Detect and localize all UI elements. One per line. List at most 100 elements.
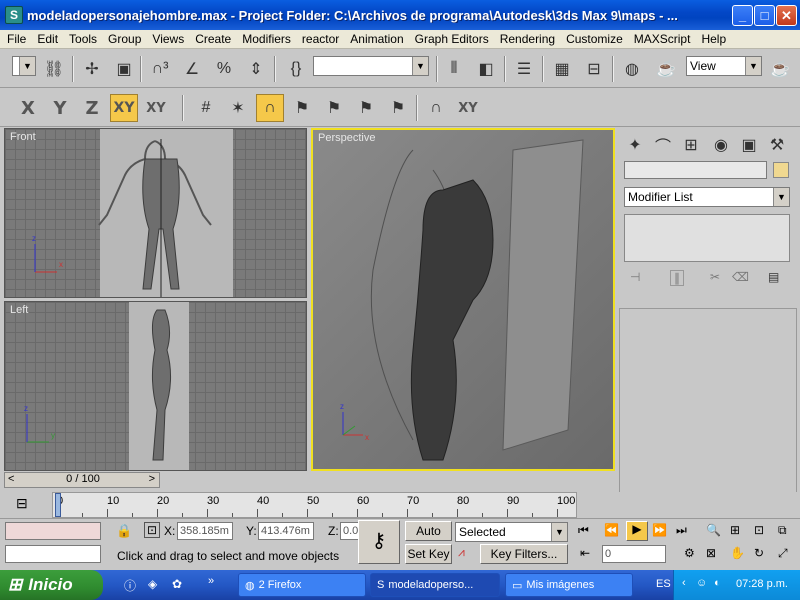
snap-vertex-icon[interactable]: ∩	[256, 94, 284, 122]
go-to-end-icon[interactable]: ⏭	[676, 523, 687, 538]
y-coord-field[interactable]: 413.476m	[258, 522, 314, 540]
select-link-icon[interactable]: ✢	[78, 55, 106, 83]
key-selection-combo[interactable]: Selected ▼	[455, 522, 568, 542]
timeline-current-frame-marker[interactable]	[55, 493, 61, 517]
next-frame-icon[interactable]: ⏩	[652, 523, 667, 537]
zoom-icon[interactable]: 🔍	[706, 523, 721, 537]
quick-launch-app-icon[interactable]: ◈	[148, 577, 157, 591]
material-editor-icon[interactable]: ◍	[618, 55, 646, 83]
start-button[interactable]: ⊞ Inicio	[0, 570, 103, 600]
display-tab-icon[interactable]: ▣	[735, 131, 763, 159]
lock-selection-icon[interactable]: 🔒	[116, 523, 132, 539]
snap-axis-xy-button[interactable]: XY	[454, 94, 482, 122]
menu-reactor[interactable]: reactor	[295, 32, 343, 46]
time-configuration-icon[interactable]: ⚙	[684, 546, 695, 560]
angle-snap-icon[interactable]: ∠	[178, 55, 206, 83]
quick-render-icon[interactable]: ☕	[766, 55, 794, 83]
maximize-viewport-icon[interactable]: ⤢	[778, 546, 788, 561]
key-mode-icon[interactable]: ⚷	[358, 520, 400, 564]
object-name-field[interactable]	[624, 161, 767, 179]
utilities-tab-icon[interactable]: ⚒	[763, 131, 791, 159]
modifier-list-combo[interactable]: Modifier List ▼	[624, 187, 790, 207]
object-color-swatch[interactable]	[773, 162, 789, 178]
modifier-stack[interactable]	[624, 214, 790, 262]
menu-maxscript[interactable]: MAXScript	[627, 32, 695, 46]
snap-face-icon[interactable]: ⚑	[384, 94, 412, 122]
task-3dsmax[interactable]: Smodeladoperso...	[370, 573, 500, 597]
layer-manager-icon[interactable]: ☰	[510, 55, 538, 83]
axis-x-button[interactable]: X	[14, 94, 42, 122]
quick-launch-info-icon[interactable]: ⓘ	[124, 577, 136, 594]
pin-stack-icon[interactable]: ⊣	[630, 270, 640, 284]
key-filters-button[interactable]: Key Filters...	[480, 544, 568, 564]
close-button[interactable]: ✕	[776, 5, 797, 26]
task-mis-imagenes[interactable]: ▭ Mis imágenes	[505, 573, 633, 597]
undo-dropdown[interactable]: ▼	[12, 56, 36, 76]
menu-graph-editors[interactable]: Graph Editors	[408, 32, 493, 46]
snap-endpoint-icon[interactable]: ⚑	[288, 94, 316, 122]
named-selection-set-combo[interactable]: ▼	[313, 56, 429, 76]
quick-launch-more-icon[interactable]: »	[208, 575, 214, 587]
configure-modifier-sets-icon[interactable]: ▤	[768, 270, 779, 284]
maxscript-listener-mini[interactable]	[5, 522, 101, 540]
axis-y-button[interactable]: Y	[46, 94, 74, 122]
menu-edit[interactable]: Edit	[30, 32, 62, 46]
motion-tab-icon[interactable]: ◉	[707, 131, 735, 159]
schematic-view-icon[interactable]: ⊟	[580, 55, 608, 83]
language-indicator[interactable]: ES	[656, 578, 671, 590]
create-tab-icon[interactable]: ✦	[621, 131, 649, 159]
app-icon[interactable]: S	[5, 6, 23, 24]
task-firefox[interactable]: ◍ 2 Firefox	[238, 573, 366, 597]
field-of-view-icon[interactable]: ⊠	[706, 546, 716, 560]
maxscript-listener-output[interactable]	[5, 545, 101, 563]
hierarchy-tab-icon[interactable]: ⊞	[677, 131, 705, 159]
axis-xy-button[interactable]: XY	[110, 94, 138, 122]
render-scene-icon[interactable]: ☕	[652, 55, 680, 83]
snap-3d-icon[interactable]: ∩³	[146, 55, 174, 83]
menu-tools[interactable]: Tools	[62, 32, 101, 46]
bind-space-warp-icon[interactable]: ▣	[110, 55, 138, 83]
tray-arrow-icon[interactable]: ‹	[682, 577, 686, 589]
modify-tab-icon[interactable]: ⌒	[649, 131, 677, 159]
menu-create[interactable]: Create	[188, 32, 235, 46]
menu-animation[interactable]: Animation	[343, 32, 407, 46]
snap-edge-icon[interactable]: ⚑	[352, 94, 380, 122]
current-frame-field[interactable]: 0	[602, 545, 666, 563]
absolute-mode-icon[interactable]: ⊡	[144, 522, 161, 538]
play-icon[interactable]: ▶	[626, 521, 648, 541]
viewport-left[interactable]: yz Left	[4, 301, 307, 471]
messenger-icon[interactable]: ☺	[696, 577, 707, 589]
go-to-start-icon[interactable]: ⏮	[578, 523, 589, 538]
volume-icon[interactable]: ◐	[714, 577, 721, 589]
viewport-front[interactable]: xz Front	[4, 128, 307, 298]
menu-modifiers[interactable]: Modifiers	[235, 32, 295, 46]
menu-views[interactable]: Views	[145, 32, 188, 46]
zoom-all-icon[interactable]: ⊞	[730, 523, 740, 537]
time-slider[interactable]: < 0 / 100 >	[4, 472, 160, 488]
curve-editor-icon[interactable]: ▦	[548, 55, 576, 83]
menu-group[interactable]: Group	[101, 32, 145, 46]
zoom-extents-all-icon[interactable]: ⧉	[778, 523, 787, 538]
pan-hand-icon[interactable]: ✋	[730, 546, 745, 560]
edit-named-selection-icon[interactable]: {}	[282, 55, 310, 83]
menu-file[interactable]: File	[0, 32, 30, 46]
viewport-perspective[interactable]: xz Perspective	[311, 128, 615, 471]
auto-key-button[interactable]: Auto Key	[405, 521, 452, 556]
maximize-button[interactable]: □	[754, 5, 775, 26]
remove-modifier-icon[interactable]: ⌫	[732, 270, 749, 284]
arc-rotate-icon[interactable]: ↻	[754, 546, 764, 560]
set-key-button[interactable]: Set Key	[405, 544, 452, 564]
axis-z-button[interactable]: Z	[78, 94, 106, 122]
link-icon[interactable]: ⛓	[40, 55, 68, 83]
previous-frame-icon[interactable]: ⏪	[604, 523, 619, 537]
snap-options-icon[interactable]: ∩	[422, 94, 450, 122]
snap-midpoint-icon[interactable]: ⚑	[320, 94, 348, 122]
mirror-icon[interactable]: ⫴	[440, 55, 468, 83]
align-icon[interactable]: ◧	[472, 55, 500, 83]
show-end-result-icon[interactable]: ∥	[670, 270, 684, 286]
make-unique-icon[interactable]: ✂	[710, 270, 720, 284]
menu-help[interactable]: Help	[694, 32, 730, 46]
key-mode-toggle-icon[interactable]: ⇤	[580, 546, 590, 560]
menu-customize[interactable]: Customize	[559, 32, 627, 46]
percent-snap-icon[interactable]: %	[210, 55, 238, 83]
